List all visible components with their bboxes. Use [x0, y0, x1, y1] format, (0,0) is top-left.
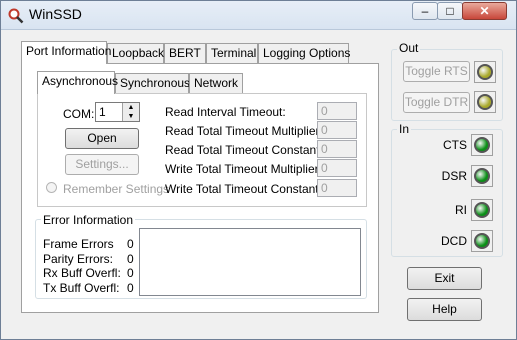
dsr-led-indicator	[474, 168, 490, 184]
tx-buff-overflow-value: 0	[127, 281, 134, 295]
frame-errors-value: 0	[127, 237, 134, 251]
main-tabs: Port Information Loopback BERT Terminal …	[21, 41, 381, 64]
parity-errors-value: 0	[127, 252, 134, 266]
dcd-led-indicator	[474, 233, 490, 249]
toggle-rts-button[interactable]: Toggle RTS	[403, 61, 470, 82]
maximize-icon: □	[446, 4, 454, 18]
title-bar[interactable]: WinSSD – □ ✕	[1, 1, 516, 30]
cts-label: CTS	[443, 138, 467, 152]
settings-button[interactable]: Settings...	[65, 154, 139, 175]
com-value: 1	[99, 105, 106, 119]
tab-bert[interactable]: BERT	[164, 43, 206, 63]
open-button[interactable]: Open	[65, 128, 139, 149]
magnifier-app-icon	[8, 8, 24, 24]
tab-asynchronous[interactable]: Asynchronous	[37, 71, 118, 94]
tab-loopback[interactable]: Loopback	[107, 43, 164, 63]
window-title: WinSSD	[29, 6, 82, 22]
read-total-timeout-constant-field[interactable]: 0	[317, 140, 357, 158]
tx-buff-overflow-label: Tx Buff Overfl:	[43, 281, 120, 295]
minimize-button[interactable]: –	[412, 2, 438, 20]
dsr-label: DSR	[441, 169, 467, 183]
remember-settings-radio[interactable]	[46, 182, 57, 193]
rts-led-indicator	[477, 64, 493, 80]
rx-buff-overflow-label: Rx Buff Overfl:	[43, 266, 121, 280]
parity-errors-label: Parity Errors:	[43, 252, 114, 266]
tab-terminal[interactable]: Terminal	[206, 43, 258, 63]
remember-settings-label: Remember Settings	[63, 182, 170, 196]
com-label: COM:	[63, 107, 95, 121]
out-group-title: Out	[397, 41, 421, 55]
read-total-timeout-constant-label: Read Total Timeout Constant:	[165, 143, 323, 157]
tab-synchronous[interactable]: Synchronous	[115, 73, 190, 93]
error-information-title: Error Information	[41, 213, 136, 227]
exit-button[interactable]: Exit	[407, 267, 482, 290]
close-icon: ✕	[479, 4, 490, 18]
minimize-icon: –	[421, 4, 429, 18]
tab-port-information[interactable]: Port Information	[21, 41, 111, 64]
sub-tabs: Asynchronous Synchronous Network	[37, 71, 277, 94]
ri-led-indicator	[474, 202, 490, 218]
error-log-box[interactable]	[139, 228, 361, 296]
tab-logging-options[interactable]: Logging Options	[258, 43, 350, 63]
spin-down-icon[interactable]: ▼	[122, 112, 139, 121]
write-total-timeout-multiplier-field[interactable]: 0	[317, 159, 357, 177]
close-button[interactable]: ✕	[462, 2, 507, 20]
rx-buff-overflow-value: 0	[127, 266, 134, 280]
read-interval-timeout-label: Read Interval Timeout:	[165, 105, 286, 119]
toggle-dtr-button[interactable]: Toggle DTR	[403, 92, 470, 113]
read-total-timeout-multiplier-field[interactable]: 0	[317, 121, 357, 139]
frame-errors-label: Frame Errors	[43, 237, 114, 251]
tab-network[interactable]: Network	[189, 73, 243, 93]
read-interval-timeout-field[interactable]: 0	[317, 102, 357, 120]
write-total-timeout-constant-label: Write Total Timeout Constant:	[165, 182, 322, 196]
dcd-label: DCD	[441, 234, 467, 248]
maximize-button[interactable]: □	[437, 2, 463, 20]
read-total-timeout-multiplier-label: Read Total Timeout Multiplier:	[165, 124, 323, 138]
winssd-window: WinSSD – □ ✕ Port Information Loopback B…	[0, 0, 517, 340]
dtr-led-indicator	[477, 94, 493, 110]
cts-led-indicator	[474, 137, 490, 153]
help-button[interactable]: Help	[407, 298, 482, 321]
write-total-timeout-constant-field[interactable]: 0	[317, 179, 357, 197]
write-total-timeout-multiplier-label: Write Total Timeout Multiplier:	[165, 162, 322, 176]
com-spinbox[interactable]: 1 ▲ ▼	[95, 102, 140, 122]
in-group-title: In	[397, 122, 412, 136]
ri-label: RI	[455, 203, 467, 217]
